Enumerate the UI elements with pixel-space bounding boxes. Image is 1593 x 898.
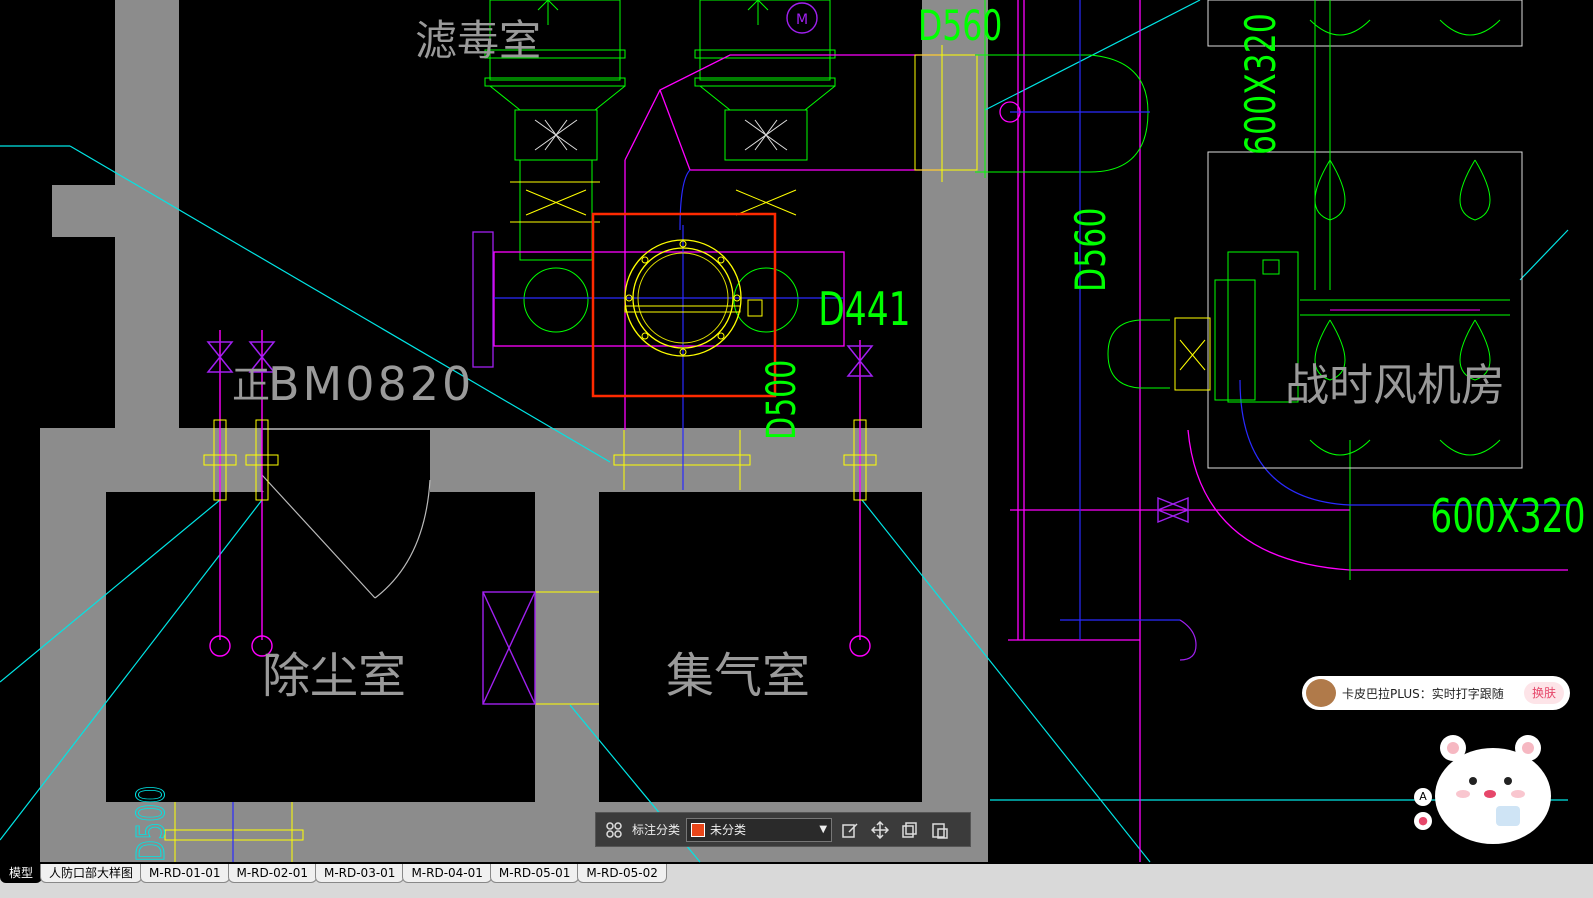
capybara-avatar-icon	[1306, 679, 1336, 707]
tab-model[interactable]: 模型	[0, 864, 43, 883]
tab-list: 模型 人防口部大样图 M-RD-01-01 M-RD-02-01 M-RD-03…	[0, 864, 667, 884]
move-icon[interactable]	[868, 818, 892, 842]
paste-icon[interactable]	[928, 818, 952, 842]
dim-bm0820: BM0820	[268, 357, 474, 411]
category-label: 标注分类	[632, 823, 681, 837]
ime-status-widget[interactable]: 卡皮巴拉PLUS：实时打字跟随 换肤	[1302, 676, 1570, 710]
chevron-down-icon: ▼	[819, 824, 828, 835]
edit-icon[interactable]	[838, 818, 862, 842]
grid-apps-icon[interactable]	[602, 818, 626, 842]
category-dropdown[interactable]: 未分类 ▼	[686, 817, 833, 842]
room-label-filter: 滤毒室	[415, 16, 541, 65]
tab-layout-7[interactable]: M-RD-05-02	[577, 864, 667, 883]
layout-tab-bar: 模型 人防口部大样图 M-RD-01-01 M-RD-02-01 M-RD-03…	[0, 864, 1593, 898]
motor-label: M	[796, 12, 808, 28]
room-label-fan: 战时风机房	[1285, 360, 1505, 411]
dim-d500-vertical: D500	[759, 360, 805, 440]
ime-text: 卡皮巴拉PLUS：实时打字跟随	[1342, 686, 1504, 701]
dim-d500-bottom: D500	[129, 786, 173, 862]
dim-600x320-right: 600X320	[1430, 489, 1585, 543]
tab-layout-2[interactable]: M-RD-01-01	[140, 864, 230, 883]
annotation-toolbar: 标注分类 未分类 ▼	[595, 812, 971, 847]
tab-layout-5[interactable]: M-RD-04-01	[402, 864, 492, 883]
tab-layout-6[interactable]: M-RD-05-01	[489, 864, 580, 883]
copy-icon[interactable]	[898, 818, 922, 842]
tab-layout-3[interactable]: M-RD-02-01	[227, 864, 317, 883]
dim-600x320-top: 600X320	[1237, 13, 1286, 155]
room-label-gas: 集气室	[666, 648, 810, 704]
category-color-swatch	[691, 822, 706, 837]
dim-bm-prefix: 正	[232, 363, 270, 407]
mascot-bear-icon	[1435, 735, 1551, 844]
room-label-dust: 除尘室	[262, 648, 406, 704]
tab-layout-1[interactable]: 人防口部大样图	[40, 864, 143, 883]
status-strip	[0, 884, 1593, 898]
cad-drawing-canvas[interactable]: 滤毒室 除尘室 集气室 战时风机房 BM0820 正 D441 D560 D56…	[0, 0, 1593, 898]
dim-d441: D441	[818, 282, 910, 336]
tab-layout-4[interactable]: M-RD-03-01	[314, 864, 405, 883]
category-value: 未分类	[710, 823, 747, 837]
dim-d560-side: D560	[1067, 208, 1116, 292]
skin-button[interactable]: 换肤	[1523, 682, 1564, 704]
dim-d560-top: D560	[918, 2, 1002, 51]
